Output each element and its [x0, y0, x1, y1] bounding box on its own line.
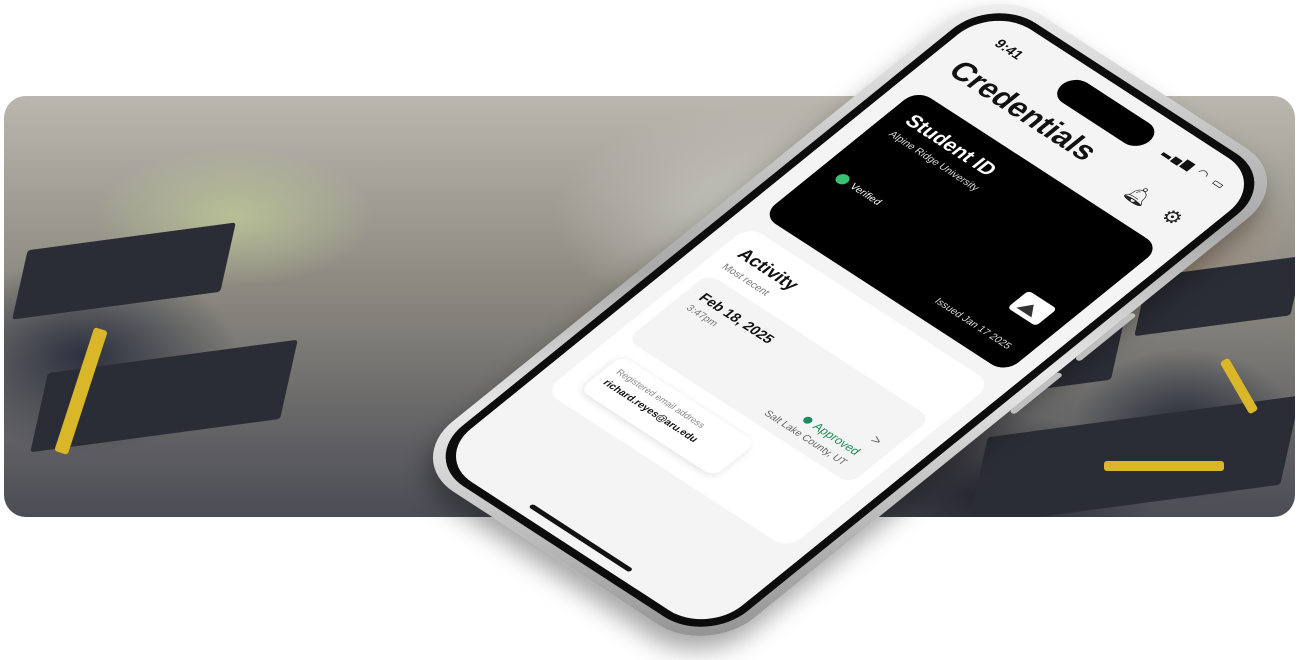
activity-title: Activity: [732, 244, 804, 294]
graduation-cap: [12, 222, 236, 320]
status-dot-icon: [800, 415, 815, 425]
verified-badge: Verified: [832, 171, 885, 208]
photo-placeholder-icon: [1007, 290, 1058, 327]
issued-date: Issued Jan 17 2025: [931, 296, 1014, 352]
status-time: 9:41: [991, 36, 1028, 62]
bell-icon[interactable]: 🔔︎: [1118, 180, 1160, 210]
chevron-right-icon: >: [866, 432, 887, 448]
phone-mockup: 9:41 ▂▄▆ ◠ ▭ Credentials 🔔︎ ⚙ Student ID…: [215, 0, 1296, 657]
tassel: [1104, 461, 1224, 471]
check-icon: [832, 171, 853, 187]
verified-label: Verified: [847, 181, 885, 208]
activity-item[interactable]: Feb 18, 2025 3:47pm > Approved Salt Lake…: [626, 273, 932, 485]
gear-icon[interactable]: ⚙: [1154, 204, 1189, 230]
status-icons: ▂▄▆ ◠ ▭: [1160, 145, 1231, 193]
header-actions: 🔔︎ ⚙: [1118, 180, 1190, 230]
